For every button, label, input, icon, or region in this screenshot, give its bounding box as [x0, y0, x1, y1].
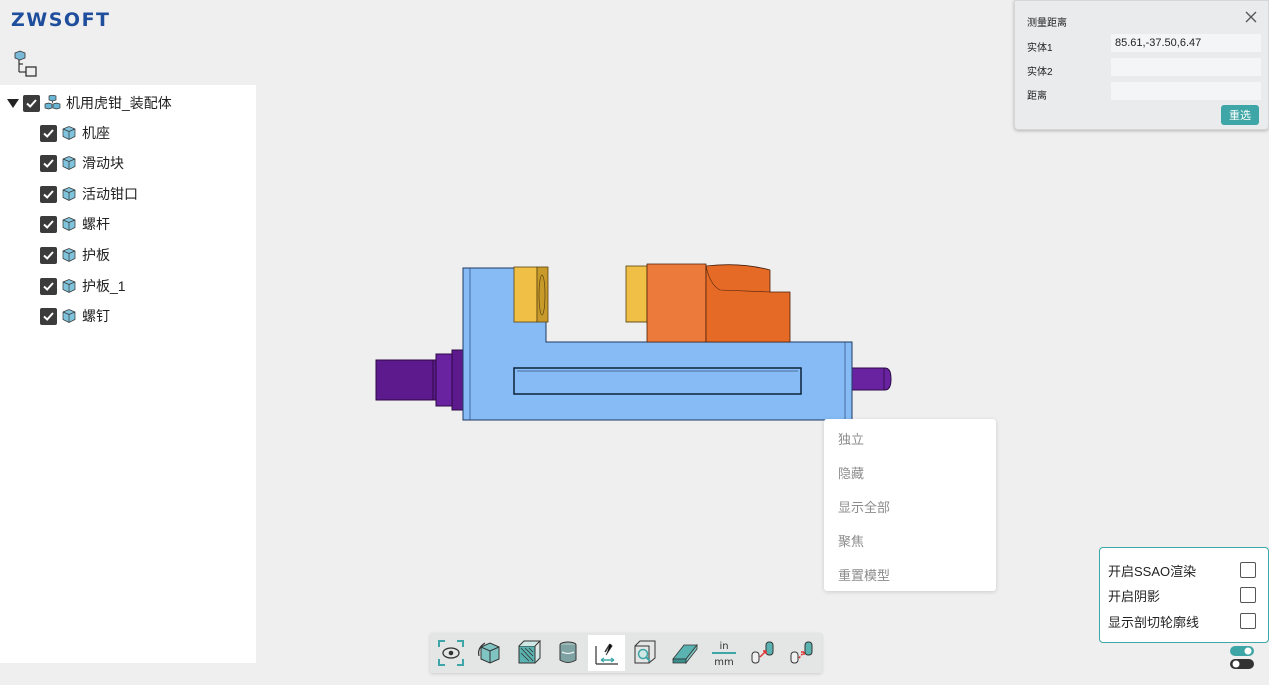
part-cube-icon: [61, 278, 77, 294]
units-icon[interactable]: in mm: [705, 635, 742, 671]
zoom-window-icon[interactable]: [627, 635, 664, 671]
tree-item-checkbox[interactable]: [40, 215, 57, 233]
expand-arrow-icon[interactable]: [7, 98, 19, 108]
close-icon[interactable]: [1244, 10, 1258, 24]
part-cube-icon: [61, 155, 77, 171]
tree-item-luoding[interactable]: 螺钉: [40, 305, 110, 327]
part-cube-icon: [61, 216, 77, 232]
measure-distance-panel: 测量距离 实体1 实体2 距离 重选: [1014, 0, 1269, 130]
shadow-label: 开启阴影: [1108, 588, 1161, 604]
screw-right[interactable]: [851, 367, 892, 391]
part-cube-icon: [61, 247, 77, 263]
zwsoft-logo: ZWSOFT: [11, 9, 111, 31]
menu-item-isolate[interactable]: 独立: [838, 429, 864, 448]
tree-item-huban[interactable]: 护板: [40, 244, 110, 266]
tree-item-label: 活动钳口: [82, 186, 138, 202]
entity1-label: 实体1: [1027, 43, 1053, 54]
view-orientation-icon[interactable]: [471, 635, 508, 671]
transform-a-icon[interactable]: [744, 635, 781, 671]
tree-item-checkbox[interactable]: [40, 307, 57, 325]
reselect-button[interactable]: 重选: [1221, 105, 1259, 125]
3d-viewport[interactable]: [300, 240, 920, 440]
part-cube-icon: [61, 125, 77, 141]
screw-left[interactable]: [375, 349, 465, 411]
assembly-icon: [44, 94, 61, 112]
movable-jaw[interactable]: [625, 263, 791, 343]
view-fit-icon[interactable]: [432, 635, 469, 671]
tree-item-jizuo[interactable]: 机座: [40, 122, 110, 144]
tree-root-item[interactable]: 机用虎钳_装配体: [7, 92, 172, 114]
tree-item-checkbox[interactable]: [40, 124, 57, 142]
tree-item-checkbox[interactable]: [40, 246, 57, 264]
ssao-label: 开启SSAO渲染: [1108, 563, 1197, 579]
vise-model[interactable]: [300, 240, 920, 440]
ssao-setting[interactable]: 开启SSAO渲染: [1108, 560, 1256, 580]
tree-item-label: 护板_1: [82, 278, 126, 294]
ssao-checkbox[interactable]: [1240, 562, 1256, 578]
tree-item-huodongqiankou[interactable]: 活动钳口: [40, 183, 138, 205]
section-outline-setting[interactable]: 显示剖切轮廓线: [1108, 611, 1256, 631]
tree-item-luogan[interactable]: 螺杆: [40, 213, 110, 235]
shadow-setting[interactable]: 开启阴影: [1108, 585, 1256, 605]
tree-item-checkbox[interactable]: [40, 185, 57, 203]
section-outline-label: 显示剖切轮廓线: [1108, 614, 1200, 630]
distance-label: 距离: [1027, 91, 1047, 102]
tree-item-checkbox[interactable]: [40, 277, 57, 295]
entity1-field[interactable]: [1111, 34, 1261, 52]
transform-b-icon[interactable]: [783, 635, 820, 671]
section-outline-checkbox[interactable]: [1240, 613, 1256, 629]
units-top-text: in: [719, 641, 728, 652]
entity2-label: 实体2: [1027, 67, 1053, 78]
model-tree-panel: 机用虎钳_装配体 机座 滑动块 活动钳口 螺杆 护板 护板_1 螺钉: [0, 85, 256, 663]
tree-root-label: 机用虎钳_装配体: [66, 95, 172, 111]
explode-icon[interactable]: [666, 635, 703, 671]
tree-item-label: 螺杆: [82, 216, 110, 232]
material-icon[interactable]: [549, 635, 586, 671]
shadow-checkbox[interactable]: [1240, 587, 1256, 603]
tree-root-checkbox[interactable]: [23, 94, 40, 112]
section-icon[interactable]: [510, 635, 547, 671]
bottom-toolbar: in mm: [430, 633, 822, 673]
tree-item-huban-1[interactable]: 护板_1: [40, 275, 126, 297]
part-cube-icon: [61, 308, 77, 324]
entity2-field[interactable]: [1111, 58, 1261, 76]
menu-item-hide[interactable]: 隐藏: [838, 463, 864, 482]
menu-item-reset-model[interactable]: 重置模型: [838, 565, 890, 584]
menu-item-show-all[interactable]: 显示全部: [838, 497, 890, 516]
fixed-jaw-plate[interactable]: [513, 266, 549, 323]
menu-item-focus[interactable]: 聚焦: [838, 531, 864, 550]
tree-item-label: 机座: [82, 125, 110, 141]
context-menu: 独立 隐藏 显示全部 聚焦 重置模型: [824, 419, 996, 591]
measure-panel-title: 测量距离: [1027, 18, 1067, 29]
assembly-tree-icon[interactable]: [11, 50, 41, 80]
units-bottom-text: mm: [714, 657, 733, 668]
tree-item-checkbox[interactable]: [40, 154, 57, 172]
tree-item-label: 螺钉: [82, 308, 110, 324]
tree-item-label: 护板: [82, 247, 110, 263]
measure-icon[interactable]: [588, 635, 625, 671]
render-settings-panel: 开启SSAO渲染 开启阴影 显示剖切轮廓线: [1099, 547, 1269, 643]
settings-toggle-switch[interactable]: [1229, 645, 1255, 671]
tree-item-label: 滑动块: [82, 155, 124, 171]
part-cube-icon: [61, 186, 77, 202]
tree-item-huadongkuai[interactable]: 滑动块: [40, 152, 124, 174]
distance-field[interactable]: [1111, 82, 1261, 100]
